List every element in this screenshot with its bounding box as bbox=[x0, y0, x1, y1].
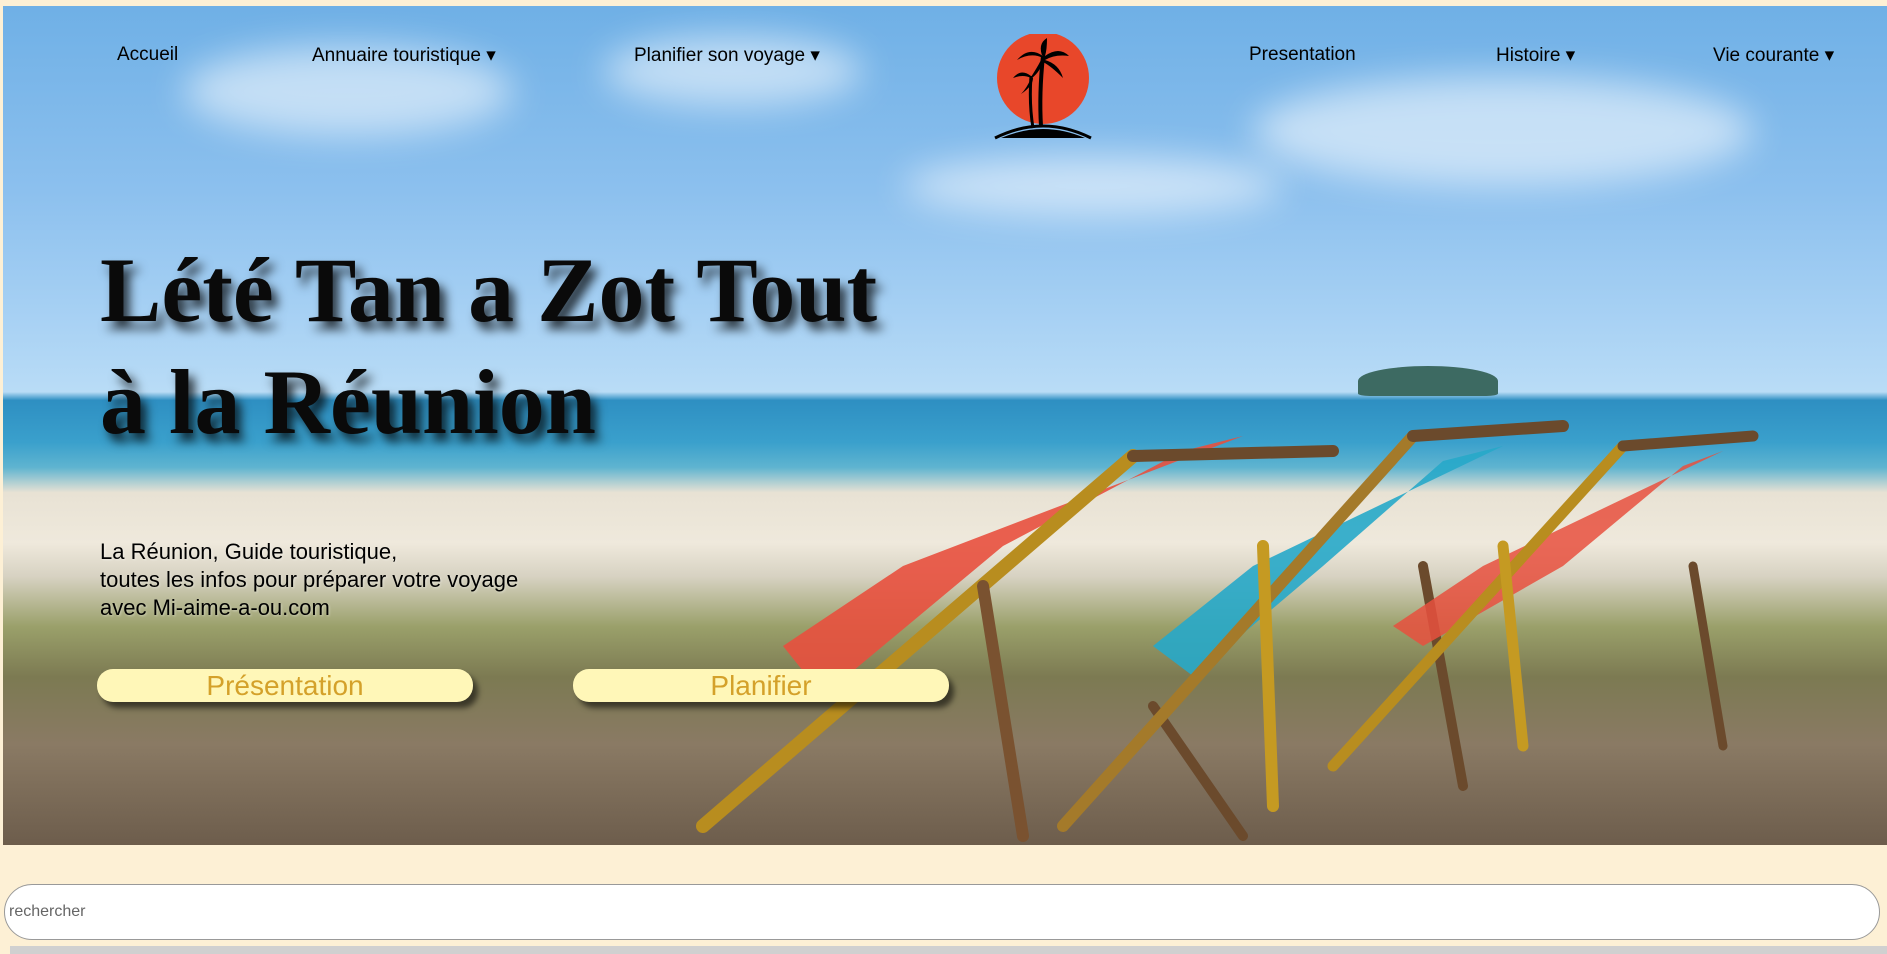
presentation-button[interactable]: Présentation bbox=[97, 669, 473, 702]
hero-headline: Lété Tan a Zot Tout à la Réunion bbox=[100, 234, 877, 458]
hero-banner: Accueil Annuaire touristique ▾ Planifier… bbox=[3, 6, 1887, 845]
subtitle-line-1: La Réunion, Guide touristique, bbox=[100, 539, 398, 564]
subtitle-line-3: avec Mi-aime-a-ou.com bbox=[100, 595, 330, 620]
hero-subtitle: La Réunion, Guide touristique, toutes le… bbox=[100, 538, 518, 622]
search-input[interactable] bbox=[4, 884, 1880, 940]
headline-line-2: à la Réunion bbox=[100, 351, 596, 453]
subtitle-line-2: toutes les infos pour préparer votre voy… bbox=[100, 567, 519, 592]
main-navigation: Accueil Annuaire touristique ▾ Planifier… bbox=[3, 6, 1887, 140]
nav-item-accueil[interactable]: Accueil bbox=[117, 44, 178, 66]
planifier-button[interactable]: Planifier bbox=[573, 669, 949, 702]
nav-item-planifier-son-voyage[interactable]: Planifier son voyage ▾ bbox=[634, 44, 820, 67]
horizontal-scrollbar[interactable] bbox=[10, 946, 1887, 954]
nav-item-presentation[interactable]: Presentation bbox=[1249, 44, 1356, 66]
nav-item-annuaire-touristique[interactable]: Annuaire touristique ▾ bbox=[312, 44, 496, 67]
palm-sunset-icon[interactable] bbox=[993, 34, 1093, 144]
headline-line-1: Lété Tan a Zot Tout bbox=[100, 239, 878, 341]
nav-item-vie-courante[interactable]: Vie courante ▾ bbox=[1713, 44, 1834, 67]
nav-item-histoire[interactable]: Histoire ▾ bbox=[1496, 44, 1575, 67]
